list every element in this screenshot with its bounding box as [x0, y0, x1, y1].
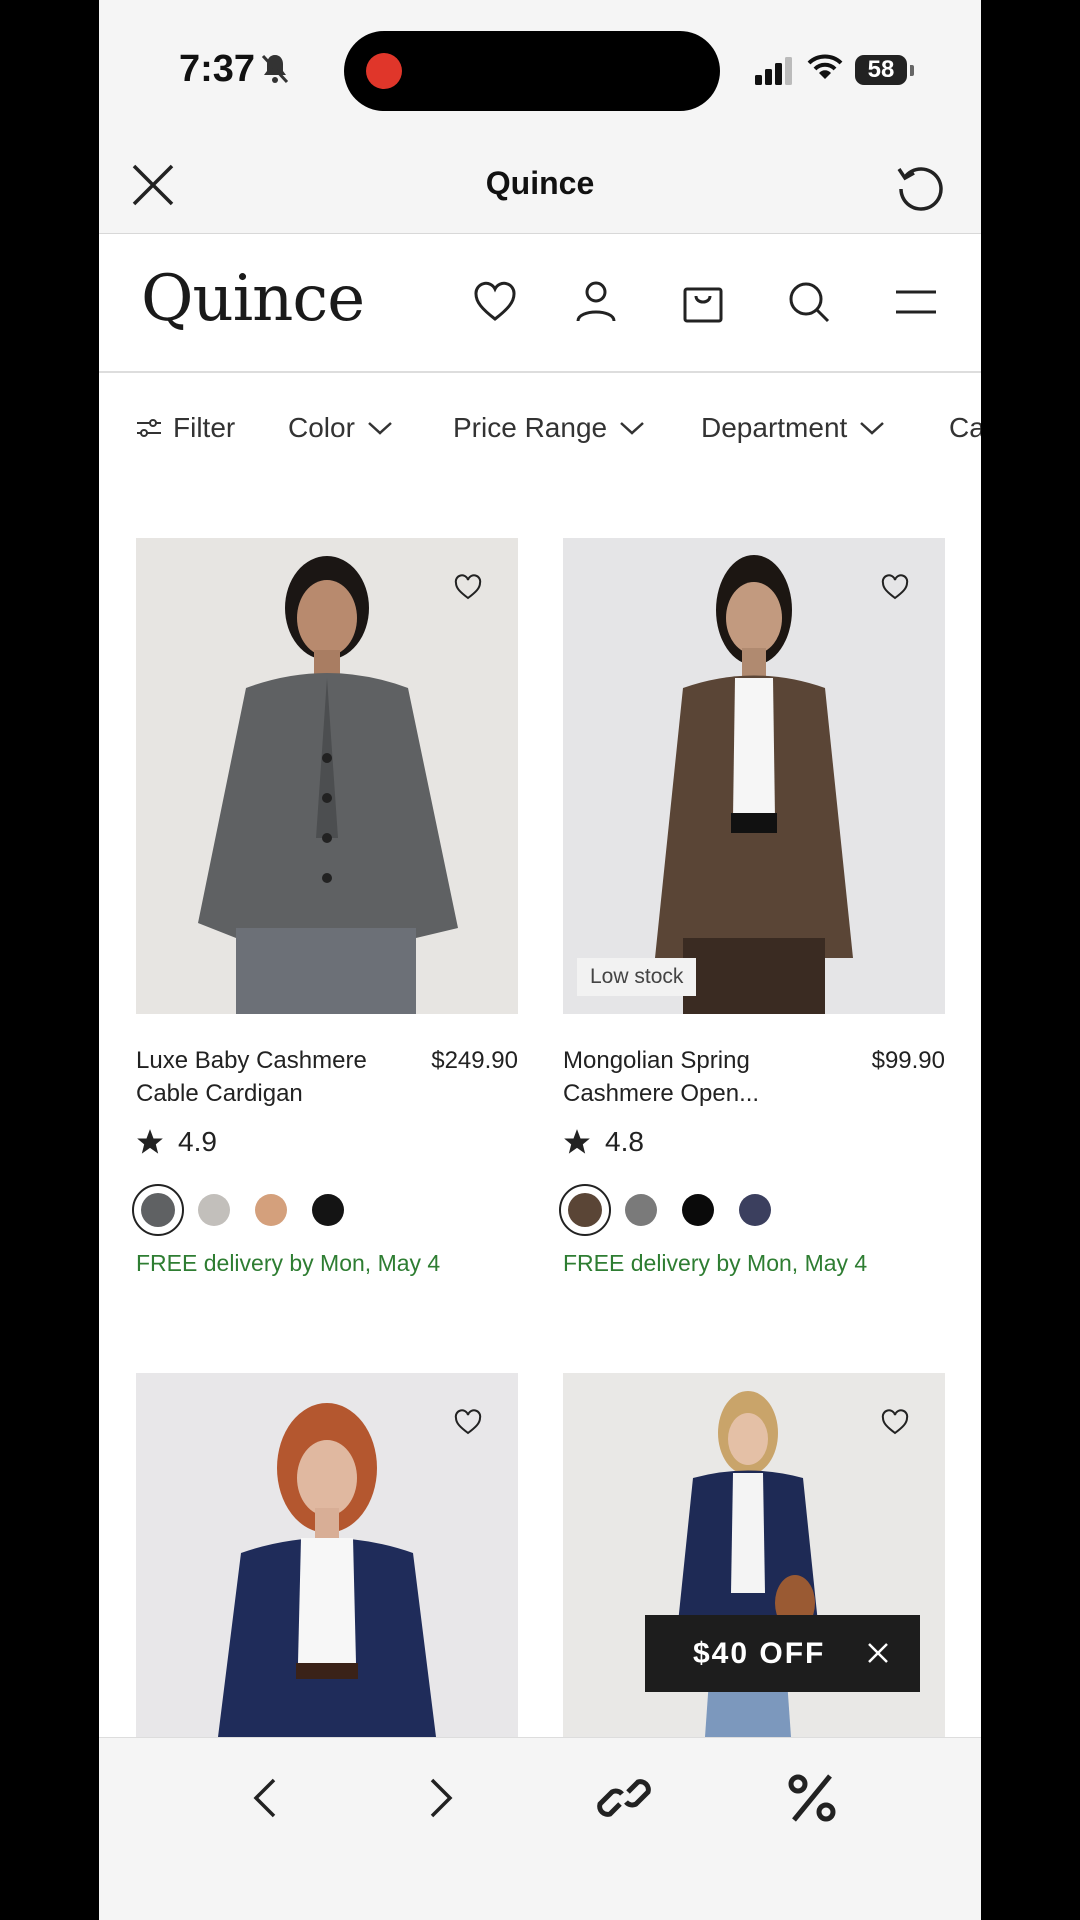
- link-icon[interactable]: [594, 1768, 654, 1828]
- price-range-filter-dropdown[interactable]: Price Range: [453, 412, 645, 444]
- back-arrow-icon[interactable]: [236, 1768, 296, 1828]
- site-header: Quince: [99, 234, 981, 373]
- promo-banner[interactable]: $40 OFF: [645, 1615, 920, 1692]
- department-filter-label: Department: [701, 412, 848, 443]
- delivery-info: FREE delivery by Mon, May 4: [563, 1250, 868, 1276]
- percent-icon[interactable]: [782, 1768, 842, 1828]
- product-price: $249.90: [431, 1047, 518, 1074]
- browser-bottom-toolbar: [99, 1737, 981, 1920]
- wifi-icon: [807, 54, 843, 79]
- product-rating: 4.8: [563, 1126, 644, 1158]
- color-filter-label: Color: [288, 412, 355, 443]
- color-swatch-selected[interactable]: [132, 1184, 184, 1236]
- silent-bell-icon: [261, 54, 289, 84]
- department-filter-dropdown[interactable]: Department: [701, 412, 885, 444]
- product-name-line: Luxe Baby Cashmere: [136, 1047, 367, 1074]
- favorite-heart-icon[interactable]: [454, 1409, 482, 1435]
- favorite-heart-icon[interactable]: [881, 1409, 909, 1435]
- browser-app-bar: Quince: [99, 135, 981, 234]
- account-icon[interactable]: [573, 279, 619, 325]
- close-promo-icon[interactable]: [866, 1641, 890, 1665]
- filter-bar: Filter Color Price Range Department Ca: [99, 372, 981, 482]
- reload-icon[interactable]: [895, 161, 945, 211]
- star-icon: [137, 1129, 163, 1154]
- favorite-heart-icon[interactable]: [881, 574, 909, 600]
- product-name-line: Cable Cardigan: [136, 1080, 303, 1107]
- status-time: 7:37: [179, 48, 256, 90]
- search-icon[interactable]: [786, 279, 832, 325]
- low-stock-badge: Low stock: [577, 958, 697, 996]
- recording-indicator-icon: [366, 53, 402, 89]
- dynamic-island: [344, 31, 720, 111]
- product-image[interactable]: [136, 1373, 518, 1737]
- sliders-icon: [137, 419, 161, 437]
- color-swatch[interactable]: [198, 1194, 230, 1226]
- color-swatch[interactable]: [255, 1194, 287, 1226]
- product-name[interactable]: Mongolian Spring Cashmere Open...: [563, 1044, 813, 1110]
- status-bar: 7:37 58: [99, 0, 981, 135]
- favorite-heart-icon[interactable]: [454, 574, 482, 600]
- product-image[interactable]: [136, 538, 518, 1014]
- filter-label: Filter: [173, 412, 236, 443]
- product-name-line: Mongolian Spring: [563, 1047, 750, 1074]
- color-swatch[interactable]: [682, 1194, 714, 1226]
- category-filter-dropdown[interactable]: Ca: [949, 412, 981, 444]
- cellular-signal-icon: [755, 57, 792, 85]
- color-swatch[interactable]: [312, 1194, 344, 1226]
- product-name[interactable]: Luxe Baby Cashmere Cable Cardigan: [136, 1044, 386, 1110]
- forward-arrow-icon[interactable]: [410, 1768, 470, 1828]
- color-swatch[interactable]: [739, 1194, 771, 1226]
- battery-indicator: 58: [855, 55, 914, 85]
- color-swatch[interactable]: [625, 1194, 657, 1226]
- price-range-filter-label: Price Range: [453, 412, 608, 443]
- shopping-bag-icon[interactable]: [680, 279, 726, 325]
- rating-value: 4.9: [178, 1126, 217, 1157]
- app-title: Quince: [485, 165, 595, 201]
- model-photo-gray-cardigan: [136, 538, 518, 1014]
- promo-label: $40 OFF: [693, 1636, 826, 1670]
- phone-screen: 7:37 58 Quince Quince Filter Color Price…: [99, 0, 981, 1920]
- delivery-info: FREE delivery by Mon, May 4: [136, 1250, 441, 1276]
- rating-value: 4.8: [605, 1126, 644, 1157]
- star-icon: [564, 1129, 590, 1154]
- category-filter-label: Ca: [949, 412, 981, 443]
- product-price: $99.90: [871, 1047, 945, 1074]
- product-image[interactable]: Low stock: [563, 538, 945, 1014]
- color-filter-dropdown[interactable]: Color: [288, 412, 393, 444]
- color-swatch-selected[interactable]: [559, 1184, 611, 1236]
- filter-button[interactable]: Filter: [137, 412, 235, 444]
- quince-logo[interactable]: Quince: [141, 262, 365, 336]
- menu-icon[interactable]: [893, 279, 939, 325]
- chevron-down-icon: [620, 422, 644, 435]
- chevron-down-icon: [860, 422, 885, 435]
- wishlist-heart-icon[interactable]: [472, 279, 518, 325]
- model-photo-brown-cardigan: [563, 538, 945, 1014]
- product-name-line: Cashmere Open...: [563, 1080, 760, 1107]
- chevron-down-icon: [368, 422, 392, 435]
- product-rating: 4.9: [136, 1126, 217, 1158]
